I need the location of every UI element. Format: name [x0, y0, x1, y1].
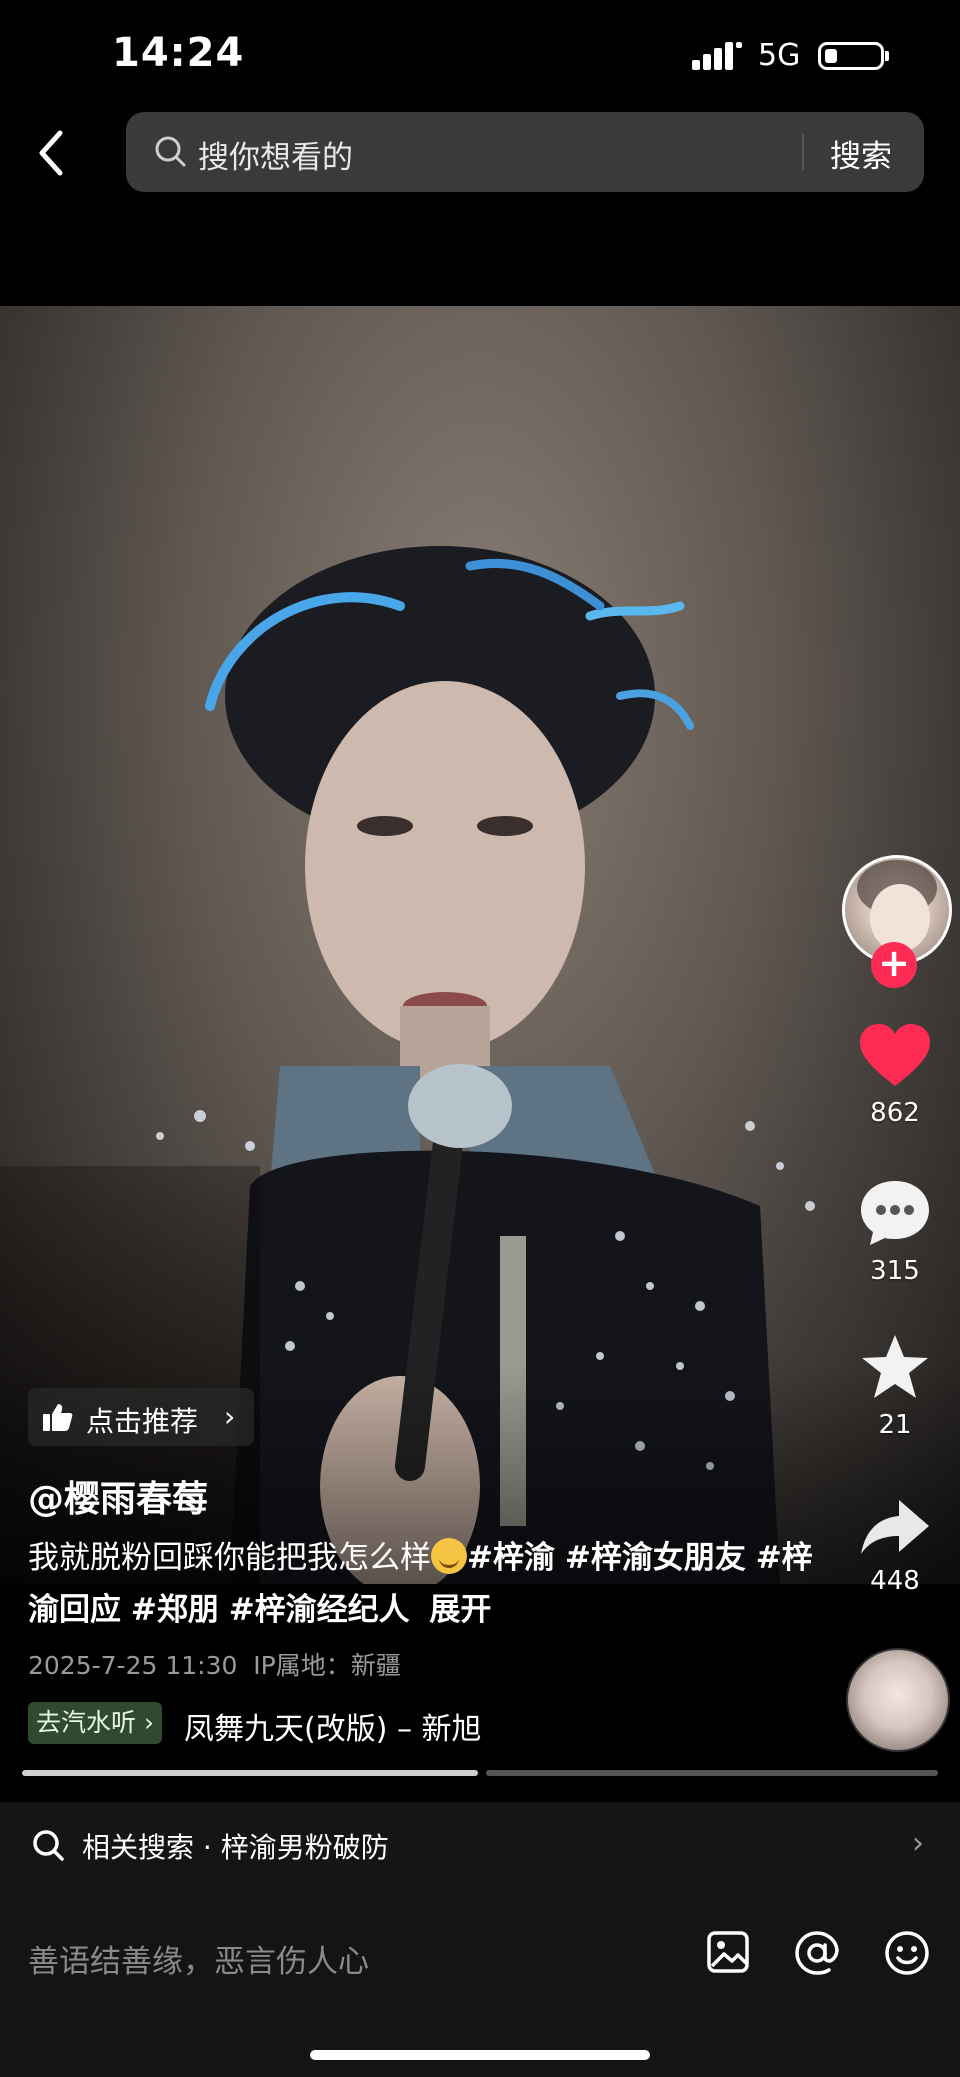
caption: 我就脱粉回踩你能把我怎么样 #梓渝 #梓渝女朋友 #梓渝回应 #郑朋 #梓渝经纪人…	[28, 1532, 818, 1636]
thumbs-up-icon	[43, 1404, 73, 1431]
progress-segment-current	[22, 1770, 478, 1776]
post-meta: 2025-7-25 11:30 IP属地：新疆	[28, 1646, 401, 1682]
signal-icon	[692, 42, 742, 70]
ip-location: IP属地：新疆	[253, 1651, 401, 1680]
related-search-label: 相关搜索 · 梓渝男粉破防	[82, 1831, 389, 1864]
caption-text: 我就脱粉回踩你能把我怎么样	[28, 1540, 431, 1576]
like-button[interactable]: 862	[840, 1022, 950, 1128]
comment-icon	[861, 1181, 929, 1245]
favorite-button[interactable]: 21	[840, 1332, 950, 1440]
heart-icon	[860, 1024, 930, 1086]
battery-tip	[885, 51, 889, 61]
search-input[interactable]: 搜你想看的	[198, 132, 353, 177]
network-type: 5G	[758, 38, 801, 73]
follow-button[interactable]: +	[871, 942, 917, 988]
chevron-right-icon: ›	[912, 1826, 924, 1861]
music-app-chip[interactable]: 去汽水听 ›	[28, 1702, 162, 1744]
emoji-icon[interactable]	[884, 1930, 930, 1976]
search-divider	[802, 134, 804, 170]
chevron-right-icon: ›	[224, 1400, 236, 1433]
related-search-bar[interactable]: 相关搜索 · 梓渝男粉破防 ›	[0, 1802, 960, 1890]
search-bar[interactable]: 搜你想看的 搜索	[126, 112, 924, 192]
favorite-count: 21	[878, 1410, 912, 1440]
comment-bar: 善语结善缘，恶言伤人心	[0, 1890, 960, 2077]
like-count: 862	[870, 1098, 920, 1128]
battery-icon	[818, 42, 884, 70]
status-bar: 14:24 5G	[0, 0, 960, 110]
share-count: 448	[870, 1566, 920, 1596]
comment-count: 315	[870, 1256, 920, 1286]
music-app-label: 去汽水听	[36, 1708, 137, 1737]
share-button[interactable]: 448	[840, 1496, 950, 1596]
star-icon	[862, 1335, 928, 1398]
recommend-label: 点击推荐	[86, 1405, 199, 1438]
chevron-left-icon	[39, 130, 63, 176]
home-indicator	[310, 2050, 650, 2060]
mention-icon[interactable]	[794, 1930, 840, 1976]
music-title[interactable]: 凤舞九天(改版) – 新旭	[184, 1704, 481, 1748]
author-name[interactable]: @樱雨春莓	[28, 1470, 208, 1522]
hashtag[interactable]: #梓渝	[467, 1540, 555, 1576]
video-progress[interactable]	[22, 1770, 938, 1776]
hashtag[interactable]: #郑朋	[131, 1592, 219, 1628]
search-icon	[33, 1830, 64, 1861]
hashtag[interactable]: #梓渝经纪人	[229, 1592, 410, 1628]
expand-link[interactable]: 展开	[429, 1592, 491, 1628]
back-button[interactable]	[30, 125, 80, 185]
comment-input[interactable]: 善语结善缘，恶言伤人心	[28, 1936, 369, 1981]
recommend-chip[interactable]: 点击推荐 ›	[28, 1388, 254, 1446]
comment-button[interactable]: 315	[840, 1178, 950, 1286]
share-icon	[861, 1500, 929, 1554]
progress-segment-next	[486, 1770, 938, 1776]
post-date: 2025-7-25 11:30	[28, 1651, 238, 1680]
search-icon	[155, 136, 186, 167]
image-icon[interactable]	[706, 1930, 750, 1974]
laughing-emoji-icon	[431, 1538, 467, 1574]
status-time: 14:24	[112, 30, 245, 76]
hashtag[interactable]: #梓渝女朋友	[565, 1540, 746, 1576]
search-button[interactable]: 搜索	[830, 131, 892, 176]
music-disc-avatar[interactable]	[846, 1648, 950, 1752]
